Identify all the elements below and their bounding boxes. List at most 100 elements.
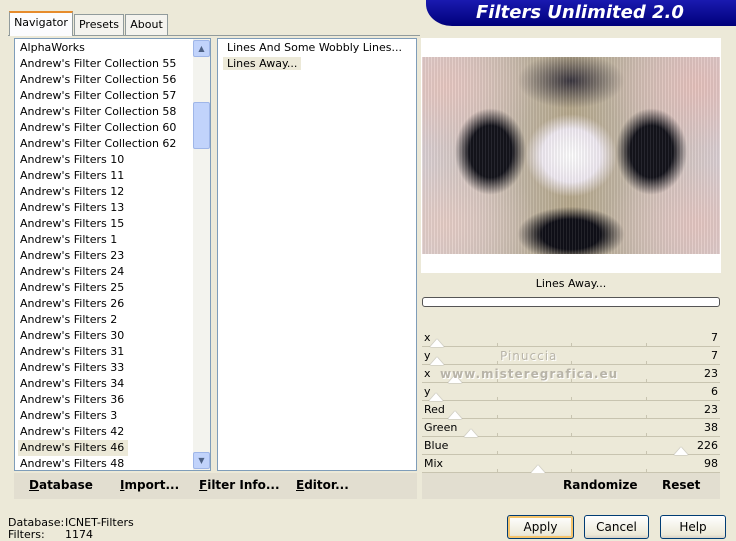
filter-list-items: Lines And Some Wobbly Lines... Lines Away… xyxy=(218,39,416,72)
cancel-button[interactable]: Cancel xyxy=(584,515,649,539)
category-item[interactable]: Andrew's Filters 33 xyxy=(15,360,210,376)
category-item[interactable]: Andrew's Filters 25 xyxy=(15,280,210,296)
progress-bar xyxy=(422,297,720,307)
param-slider[interactable]: y6 xyxy=(422,383,720,401)
scroll-up-icon[interactable]: ▲ xyxy=(193,40,210,57)
editor-button[interactable]: Editor... xyxy=(296,478,349,492)
filter-item[interactable]: Lines Away... xyxy=(223,56,416,72)
database-button-label: atabase xyxy=(38,478,93,492)
category-item-label: Andrew's Filters 13 xyxy=(20,201,125,214)
tab-presets-label: Presets xyxy=(78,18,120,31)
tab-about-label: About xyxy=(130,18,163,31)
database-button[interactable]: Database xyxy=(29,478,93,492)
category-item[interactable]: Andrew's Filters 26 xyxy=(15,296,210,312)
param-value: 98 xyxy=(704,457,718,470)
category-item[interactable]: Andrew's Filters 30 xyxy=(15,328,210,344)
filter-list[interactable]: Lines And Some Wobbly Lines... Lines Away… xyxy=(217,38,417,471)
category-item-label: Andrew's Filters 26 xyxy=(20,297,125,310)
filter-info-button-label: ilter Info... xyxy=(207,478,280,492)
category-item[interactable]: Andrew's Filters 15 xyxy=(15,216,210,232)
category-item-label: Andrew's Filters 48 xyxy=(20,457,125,470)
category-item-label: Andrew's Filters 33 xyxy=(20,361,125,374)
category-item-label: Andrew's Filters 42 xyxy=(20,425,125,438)
slider-thumb[interactable] xyxy=(673,447,688,455)
scroll-down-icon[interactable]: ▼ xyxy=(193,452,210,469)
category-item-label: Andrew's Filter Collection 58 xyxy=(20,105,177,118)
category-item[interactable]: Andrew's Filters 1 xyxy=(15,232,210,248)
editor-button-label: ditor... xyxy=(304,478,349,492)
tab-presets[interactable]: Presets xyxy=(74,14,124,35)
category-item[interactable]: Andrew's Filters 10 xyxy=(15,152,210,168)
editor-button-mnemonic: E xyxy=(296,478,305,492)
category-item[interactable]: Andrew's Filters 31 xyxy=(15,344,210,360)
category-item[interactable]: Andrew's Filter Collection 60 xyxy=(15,120,210,136)
category-item[interactable]: Andrew's Filters 36 xyxy=(15,392,210,408)
category-item-label: Andrew's Filter Collection 60 xyxy=(20,121,177,134)
category-item-label: Andrew's Filters 36 xyxy=(20,393,125,406)
preview-image xyxy=(422,57,720,254)
category-item[interactable]: Andrew's Filter Collection 55 xyxy=(15,56,210,72)
category-item-label: Andrew's Filters 31 xyxy=(20,345,125,358)
category-item-label: Andrew's Filters 11 xyxy=(20,169,125,182)
param-slider[interactable]: Blue 226 xyxy=(422,437,720,455)
apply-button[interactable]: Apply xyxy=(507,515,574,539)
category-scrollbar[interactable]: ▲ ▼ xyxy=(193,39,210,470)
database-button-mnemonic: D xyxy=(29,478,39,492)
param-label: x xyxy=(424,367,431,380)
category-item[interactable]: Andrew's Filters 24 xyxy=(15,264,210,280)
slider-thumb[interactable] xyxy=(447,411,462,419)
category-item[interactable]: Andrew's Filters 42 xyxy=(15,424,210,440)
category-item[interactable]: Andrew's Filters 13 xyxy=(15,200,210,216)
category-item[interactable]: Andrew's Filters 34 xyxy=(15,376,210,392)
category-item[interactable]: Andrew's Filter Collection 57 xyxy=(15,88,210,104)
filter-item-label: Lines And Some Wobbly Lines... xyxy=(227,41,402,54)
category-list[interactable]: AlphaWorks Andrew's Filter Collection 55 A… xyxy=(14,38,211,471)
param-slider[interactable]: x7 xyxy=(422,329,720,347)
category-item-label: Andrew's Filters 30 xyxy=(20,329,125,342)
param-label: Green xyxy=(424,421,458,434)
category-item-label: Andrew's Filters 24 xyxy=(20,265,125,278)
slider-thumb[interactable] xyxy=(428,393,443,401)
category-item[interactable]: Andrew's Filters 2 xyxy=(15,312,210,328)
slider-thumb[interactable] xyxy=(429,357,444,365)
tab-navigator-label: Navigator xyxy=(14,16,68,29)
slider-thumb[interactable] xyxy=(429,339,444,347)
category-item[interactable]: Andrew's Filter Collection 58 xyxy=(15,104,210,120)
tab-about[interactable]: About xyxy=(125,14,168,35)
category-item[interactable]: Andrew's Filter Collection 62 xyxy=(15,136,210,152)
param-value: 226 xyxy=(697,439,718,452)
param-label: Blue xyxy=(424,439,449,452)
filter-info-button[interactable]: Filter Info... xyxy=(199,478,280,492)
status-filters-label: Filters: xyxy=(8,528,45,541)
category-item[interactable]: Andrew's Filter Collection 56 xyxy=(15,72,210,88)
category-item-label: AlphaWorks xyxy=(20,41,85,54)
category-item[interactable]: Andrew's Filters 48 xyxy=(15,456,210,470)
reset-button[interactable]: Reset xyxy=(662,478,700,492)
category-item[interactable]: Andrew's Filters 46 xyxy=(15,440,210,456)
param-slider[interactable]: Mix 98 xyxy=(422,455,720,473)
import-button[interactable]: Import... xyxy=(120,478,179,492)
category-item[interactable]: Andrew's Filters 12 xyxy=(15,184,210,200)
randomize-button[interactable]: Randomize xyxy=(563,478,637,492)
category-item[interactable]: AlphaWorks xyxy=(15,40,210,56)
category-item[interactable]: Andrew's Filters 11 xyxy=(15,168,210,184)
scroll-thumb[interactable] xyxy=(193,102,210,149)
category-item-label: Andrew's Filter Collection 55 xyxy=(20,57,177,70)
slider-thumb[interactable] xyxy=(531,465,546,473)
help-button[interactable]: Help xyxy=(660,515,726,539)
category-item[interactable]: Andrew's Filters 23 xyxy=(15,248,210,264)
param-value: 7 xyxy=(711,349,718,362)
watermark-name: Pinuccia xyxy=(500,349,558,363)
param-slider[interactable]: Green 38 xyxy=(422,419,720,437)
category-item-label: Andrew's Filters 3 xyxy=(20,409,118,422)
param-slider[interactable]: y7 xyxy=(422,347,720,365)
filter-item[interactable]: Lines And Some Wobbly Lines... xyxy=(223,40,416,56)
app-banner: Filters Unlimited 2.0 xyxy=(426,0,736,26)
tab-navigator[interactable]: Navigator xyxy=(9,11,73,36)
category-item[interactable]: Andrew's Filters 3 xyxy=(15,408,210,424)
watermark-url: www.misteregrafica.eu xyxy=(440,367,619,381)
filter-info-button-mnemonic: F xyxy=(199,478,208,492)
param-slider[interactable]: Red 23 xyxy=(422,401,720,419)
filter-item-label: Lines Away... xyxy=(223,57,302,70)
slider-thumb[interactable] xyxy=(464,429,479,437)
